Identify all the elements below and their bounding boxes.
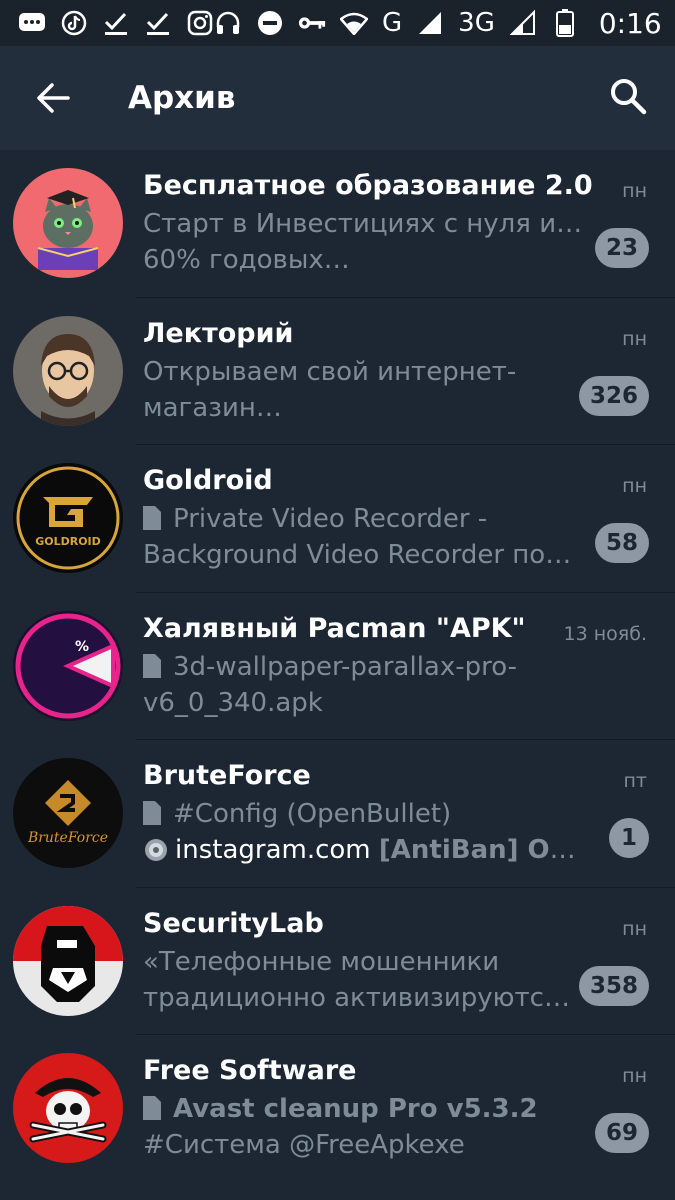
chat-row-goldroid[interactable]: GOLDROID Goldroid Private Video Recorder… [0, 445, 675, 593]
file-icon [143, 1096, 161, 1120]
chat-preview: 3d-wallpaper-parallax-pro- v6_0_340.apk [143, 649, 583, 721]
chat-date: пн [622, 327, 647, 350]
file-icon [143, 506, 161, 530]
chat-date: пн [622, 1065, 647, 1087]
chat-name: Free Software [143, 1055, 357, 1086]
back-button[interactable] [34, 79, 72, 117]
dnd-icon [256, 9, 284, 37]
preview-line: Private Video Recorder - [173, 504, 488, 534]
avatar [13, 905, 123, 1016]
chat-row-securitylab[interactable]: SecurityLab «Телефонные мошенники традиц… [0, 888, 675, 1035]
preview-line: v6_0_340.apk [143, 687, 323, 718]
avatar [13, 168, 123, 278]
preview-line: «Телефонные мошенники [143, 946, 500, 977]
preview-line: магазин… [143, 392, 282, 423]
app-bar: Архив [0, 46, 675, 150]
status-bar-notifications [18, 9, 214, 37]
wifi-icon [340, 9, 368, 37]
avatar: BruteForce [13, 758, 123, 868]
network-type-g: G [382, 8, 403, 38]
avatar [13, 315, 123, 426]
chat-row-halyavny-pacman[interactable]: % Халявный Pacman "APK" 3d-wallpaper-par… [0, 593, 675, 740]
preview-line: Background Video Recorder позв… [143, 540, 583, 570]
gear-icon [145, 839, 167, 861]
chat-name: Goldroid [143, 465, 273, 496]
avatar [13, 1053, 123, 1163]
chat-list: Бесплатное образование 2.0 Старт в Инвес… [0, 150, 675, 1183]
check-icon [144, 9, 172, 37]
search-button[interactable] [608, 76, 648, 116]
securitylab-logo-icon [13, 905, 123, 1016]
cat-graduate-avatar-icon [13, 168, 123, 278]
search-icon [611, 79, 647, 115]
preview-line: традиционно активизируются … [143, 982, 583, 1013]
chat-date: 13 нояб. [563, 622, 647, 645]
preview-line: #Config (OpenBullet) [173, 799, 452, 829]
chat-name: Халявный Pacman "APK" [143, 612, 526, 644]
check-icon [102, 9, 130, 37]
chat-name: Лекторий [143, 317, 294, 349]
chat-row-bruteforce[interactable]: BruteForce BruteForce #Config (OpenBulle… [0, 740, 675, 888]
preview-line: Avast cleanup Pro v5.3.2 [173, 1094, 538, 1124]
network-type-3g: 3G [458, 8, 495, 38]
chat-preview: Avast cleanup Pro v5.3.2 #Система @FreeA… [143, 1091, 583, 1163]
battery-icon [551, 9, 579, 37]
file-icon [143, 653, 161, 678]
chat-preview: Открываем свой интернет- магазин… [143, 354, 583, 426]
unread-badge: 69 [594, 1113, 649, 1153]
unread-badge: 326 [578, 375, 649, 416]
file-icon [143, 801, 161, 825]
pirate-skull-avatar-icon [13, 1053, 123, 1163]
preview-line-2: instagram.com [AntiBan] Open… [143, 832, 583, 868]
chat-date: пн [622, 917, 647, 940]
avatar-text: % [75, 639, 89, 655]
instagram-icon [186, 9, 214, 37]
status-bar: G 3G 0:16 [0, 0, 675, 46]
preview-line: 3d-wallpaper-parallax-pro- [173, 651, 518, 682]
signal-icon [416, 9, 444, 37]
professor-avatar-icon [13, 315, 123, 426]
avatar-text: GOLDROID [35, 535, 101, 548]
clock: 0:16 [598, 6, 662, 40]
chat-preview: Старт в Инвестициях с нуля и до 60% годо… [143, 206, 583, 278]
pacman-avatar-icon: % [13, 610, 123, 721]
preview-text: instagram.com [175, 835, 379, 865]
avatar-text: BruteForce [27, 830, 108, 846]
key-icon [298, 9, 326, 37]
chat-row-besplatnoe-obrazovanie[interactable]: Бесплатное образование 2.0 Старт в Инвес… [0, 150, 675, 298]
chat-name: BruteForce [143, 760, 311, 791]
unread-badge: 1 [609, 818, 649, 858]
unread-badge: 58 [594, 523, 649, 563]
chat-preview: «Телефонные мошенники традиционно активи… [143, 944, 583, 1016]
unread-badge: 358 [578, 965, 649, 1006]
chat-date: пн [622, 475, 647, 497]
goldroid-logo-icon: GOLDROID [13, 463, 123, 573]
chat-row-lektoriy[interactable]: Лекторий Открываем свой интернет- магази… [0, 298, 675, 445]
preview-line: Открываем свой интернет- [143, 356, 517, 387]
page-title: Архив [128, 80, 236, 116]
chat-icon [18, 9, 46, 37]
preview-line: #Система @FreeApkexe [143, 1130, 465, 1160]
chat-name: SecurityLab [143, 907, 324, 939]
unread-badge: 23 [594, 228, 649, 268]
status-bar-system: G 3G 0:16 [214, 7, 662, 40]
signal-icon [509, 9, 537, 37]
chat-row-free-software[interactable]: Free Software Avast cleanup Pro v5.3.2 #… [0, 1035, 675, 1183]
arrow-left-icon [37, 83, 70, 113]
avatar: % [13, 610, 123, 721]
headphones-icon [214, 9, 242, 37]
chat-date: пт [623, 770, 648, 792]
bruteforce-logo-icon: BruteForce [13, 758, 123, 868]
tiktok-icon [60, 9, 88, 37]
chat-preview: Private Video Recorder - Background Vide… [143, 501, 583, 573]
chat-name: Бесплатное образование 2.0 [143, 170, 593, 201]
chat-preview: #Config (OpenBullet) instagram.com [Anti… [143, 796, 583, 868]
avatar: GOLDROID [13, 463, 123, 573]
chat-date: пн [622, 180, 647, 202]
preview-bold: [AntiBan] Open… [378, 835, 583, 865]
preview-line: Старт в Инвестициях с нуля и до [143, 209, 583, 239]
preview-line: 60% годовых… [143, 245, 350, 275]
